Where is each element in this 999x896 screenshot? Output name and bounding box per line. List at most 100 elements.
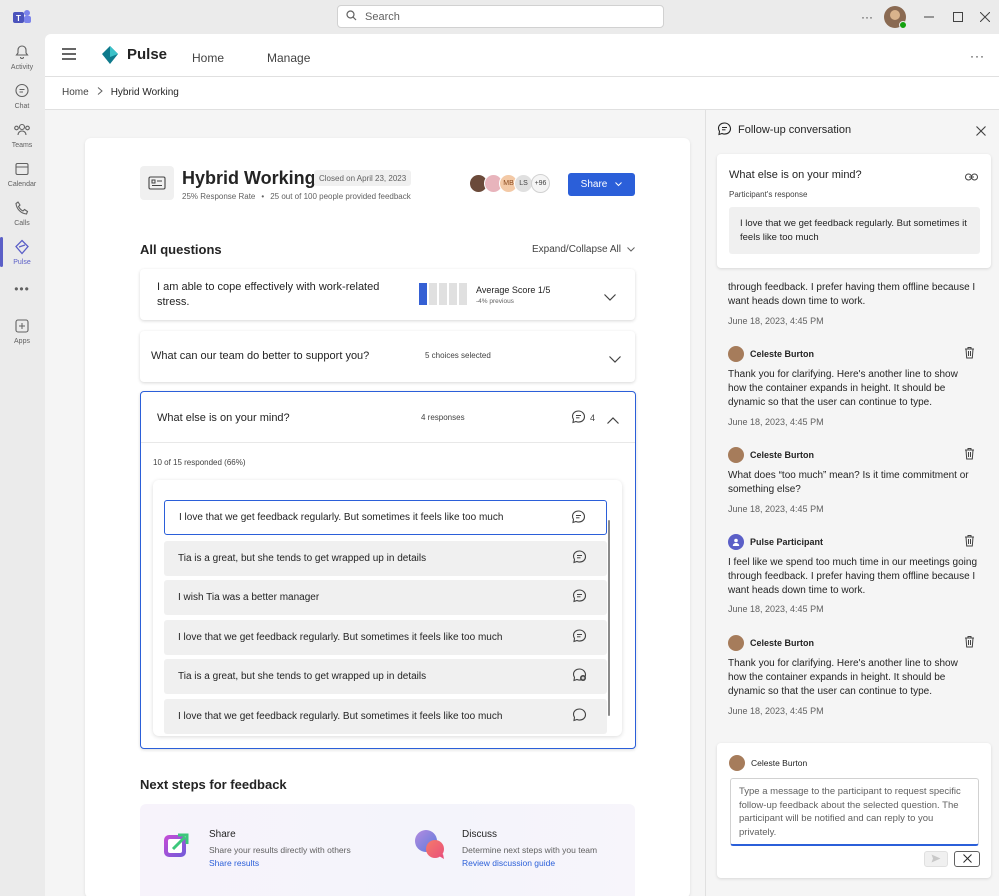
- close-icon: [962, 852, 972, 866]
- scrollbar[interactable]: [608, 520, 610, 716]
- app-rail: Activity Chat Teams Calendar Calls Pulse…: [0, 34, 44, 896]
- pulse-icon: [14, 239, 30, 257]
- avatar-stack[interactable]: MB LS +96: [469, 174, 550, 193]
- message-text: Thank you for clarifying. Here's another…: [728, 369, 958, 408]
- share-button[interactable]: Share: [568, 173, 635, 196]
- conversation-icon: [717, 122, 732, 139]
- comment-add-icon[interactable]: [572, 668, 587, 685]
- responded-count: 10 of 15 responded (66%): [153, 458, 246, 467]
- app-name: Pulse: [127, 46, 168, 63]
- question-text: What else is on your mind?: [157, 412, 290, 424]
- chevron-down-icon[interactable]: [609, 352, 621, 366]
- selected-question-text: What else is on your mind?: [729, 169, 862, 181]
- comment-icon[interactable]: [572, 550, 587, 567]
- response-item-selected[interactable]: I love that we get feedback regularly. B…: [164, 500, 607, 535]
- message-input[interactable]: Type a message to the participant to req…: [730, 778, 979, 846]
- comment-icon[interactable]: [572, 589, 587, 606]
- presence-available-icon: [899, 21, 907, 29]
- comment-icon[interactable]: [571, 510, 586, 527]
- comment-count-value: 4: [590, 413, 596, 423]
- message-time: June 18, 2023, 4:45 PM: [728, 604, 824, 614]
- participant-avatar-icon: [728, 534, 744, 550]
- cancel-button[interactable]: [954, 851, 980, 867]
- message-author: Celeste Burton: [728, 346, 814, 362]
- comment-icon[interactable]: [572, 629, 587, 646]
- phone-icon: [14, 200, 30, 218]
- comment-count[interactable]: 4: [571, 410, 595, 426]
- response-item[interactable]: I wish Tia was a better manager: [164, 580, 607, 615]
- send-button[interactable]: [924, 851, 948, 867]
- link-icon[interactable]: [965, 170, 978, 184]
- participant-response: I love that we get feedback regularly. B…: [729, 207, 980, 254]
- rail-label: Calendar: [7, 180, 37, 188]
- avatar: [728, 635, 744, 651]
- svg-text:T: T: [16, 14, 21, 23]
- response-item[interactable]: I love that we get feedback regularly. B…: [164, 699, 607, 734]
- chevron-up-icon[interactable]: [607, 413, 619, 427]
- rail-item-calendar[interactable]: Calendar: [0, 155, 44, 193]
- breadcrumb-home[interactable]: Home: [62, 87, 89, 98]
- expand-collapse-all[interactable]: Expand/Collapse All: [532, 244, 635, 255]
- response-item[interactable]: I love that we get feedback regularly. B…: [164, 620, 607, 655]
- close-panel-icon[interactable]: [976, 125, 986, 139]
- more-icon: •••: [14, 282, 30, 296]
- rail-item-calls[interactable]: Calls: [0, 194, 44, 232]
- delete-icon[interactable]: [964, 447, 975, 463]
- comment-icon: [571, 410, 586, 426]
- rail-item-pulse[interactable]: Pulse: [0, 233, 44, 271]
- response-text: I love that we get feedback regularly. B…: [178, 632, 503, 643]
- score-bar: [419, 283, 467, 305]
- score-label: Average Score 1/5: [476, 285, 551, 295]
- author-name: Pulse Participant: [750, 537, 824, 547]
- delete-icon[interactable]: [964, 635, 975, 651]
- bell-icon: [14, 44, 30, 62]
- nav-manage[interactable]: Manage: [267, 51, 310, 65]
- avatar-more-count: +96: [531, 174, 550, 193]
- rail-item-apps[interactable]: Apps: [0, 312, 44, 350]
- chevron-down-icon[interactable]: [604, 290, 616, 304]
- question-meta: 4 responses: [421, 413, 465, 422]
- rail-label: Apps: [14, 337, 30, 345]
- score-segment: [439, 283, 447, 305]
- question-meta: 5 choices selected: [425, 351, 491, 360]
- hamburger-menu-icon[interactable]: [61, 47, 79, 63]
- comment-icon[interactable]: [572, 708, 587, 725]
- search-input[interactable]: Search: [337, 5, 664, 28]
- discussion-guide-link[interactable]: Review discussion guide: [462, 858, 555, 868]
- delete-icon[interactable]: [964, 346, 975, 362]
- rail-item-chat[interactable]: Chat: [0, 77, 44, 115]
- app-header: [45, 34, 999, 77]
- message-author: Celeste Burton: [728, 635, 814, 651]
- survey-title: Hybrid Working: [182, 168, 316, 188]
- rail-item-more[interactable]: •••: [0, 272, 44, 306]
- discuss-step-desc: Determine next steps with you team: [462, 845, 598, 855]
- maximize-icon[interactable]: [951, 10, 965, 24]
- response-rate: 25% Response Rate: [182, 192, 256, 201]
- message-time: June 18, 2023, 4:45 PM: [728, 706, 824, 716]
- message-time: June 18, 2023, 4:45 PM: [728, 316, 824, 326]
- close-window-icon[interactable]: [978, 10, 992, 24]
- score-segment: [449, 283, 457, 305]
- response-item[interactable]: Tia is a great, but she tends to get wra…: [164, 541, 607, 576]
- message-time: June 18, 2023, 4:45 PM: [728, 417, 824, 427]
- rail-item-teams[interactable]: Teams: [0, 116, 44, 154]
- delete-icon[interactable]: [964, 534, 975, 550]
- separator-dot: •: [261, 192, 265, 201]
- score-delta: -4% previous: [476, 298, 514, 305]
- user-avatar[interactable]: [884, 6, 907, 29]
- divider: [141, 442, 635, 443]
- response-item[interactable]: Tia is a great, but she tends to get wra…: [164, 659, 607, 694]
- share-results-link[interactable]: Share results: [209, 858, 259, 868]
- discuss-step-title: Discuss: [462, 829, 498, 840]
- app-more-icon[interactable]: ···: [970, 49, 985, 63]
- author-name: Celeste Burton: [750, 638, 815, 648]
- avatar: [728, 346, 744, 362]
- nav-home[interactable]: Home: [192, 51, 224, 65]
- minimize-icon[interactable]: [922, 10, 936, 24]
- rail-item-activity[interactable]: Activity: [0, 38, 44, 76]
- breadcrumb-bar: [45, 77, 999, 110]
- expand-collapse-label: Expand/Collapse All: [532, 244, 621, 255]
- rail-label: Activity: [10, 63, 34, 71]
- message-text: through feedback. I prefer having them o…: [728, 282, 976, 307]
- more-options-icon[interactable]: ···: [858, 10, 876, 24]
